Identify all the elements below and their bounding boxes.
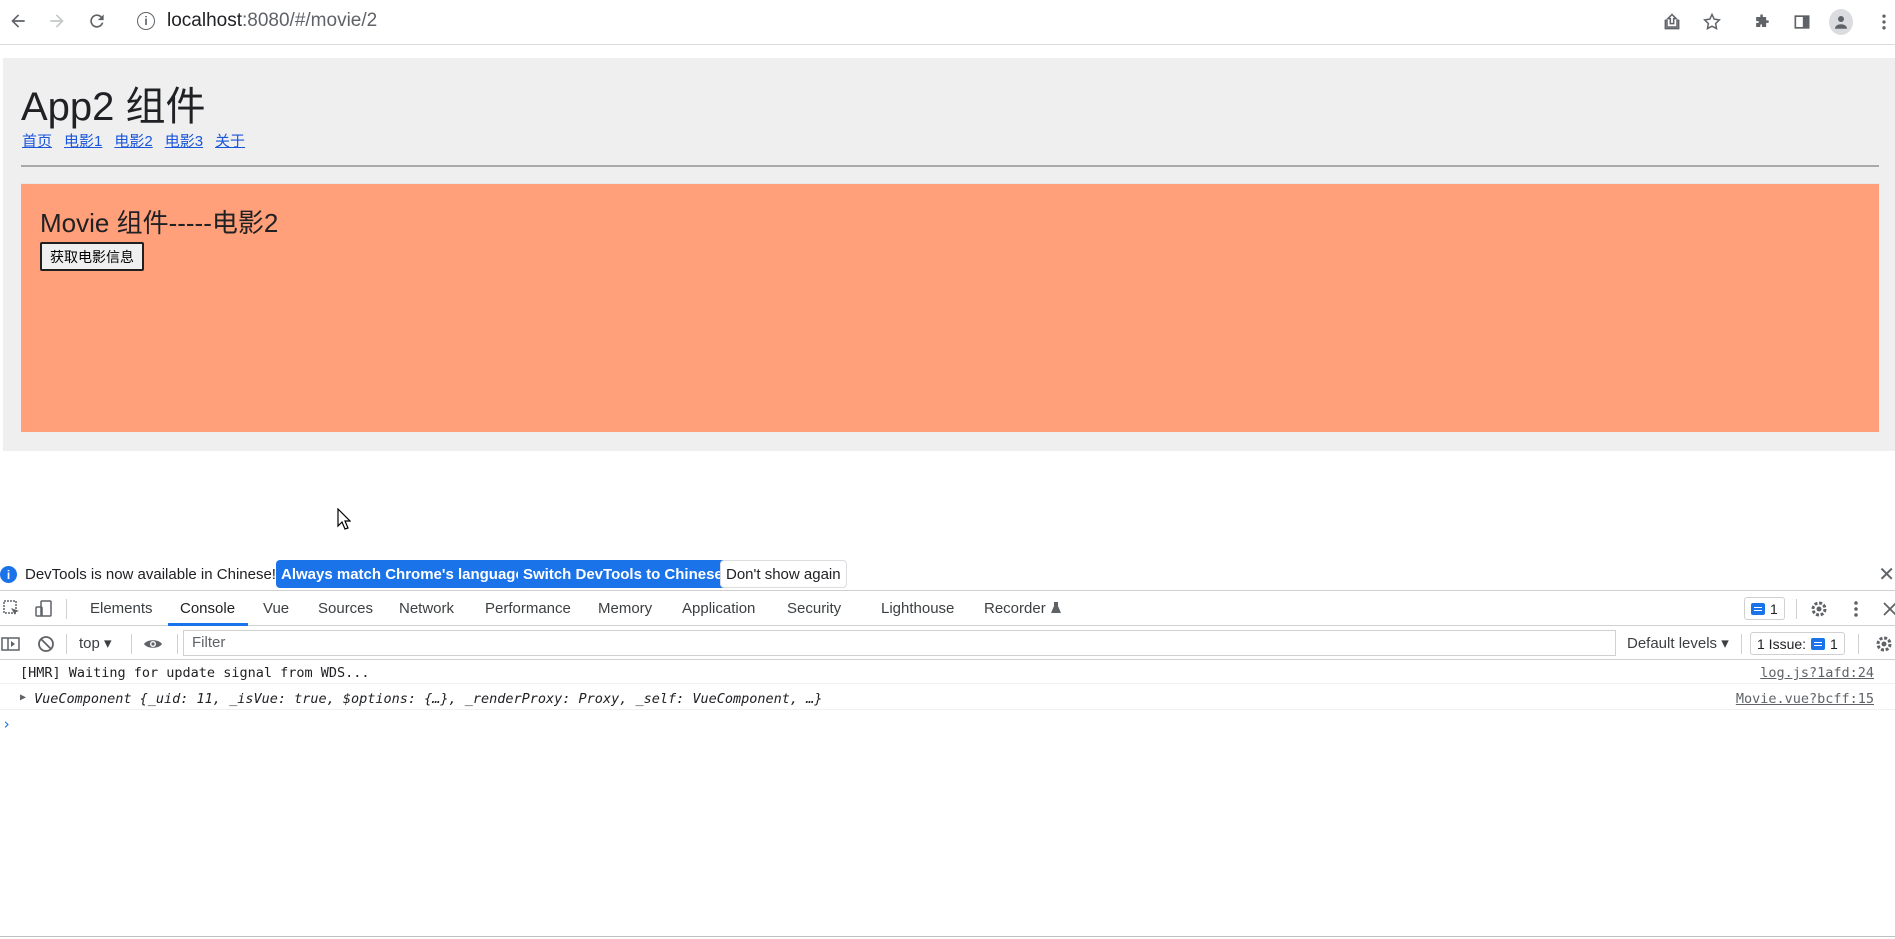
tab-console[interactable]: Console	[180, 600, 235, 617]
forward-arrow-icon[interactable]	[45, 9, 69, 33]
devtools-tab-bar: Elements Console Vue Sources Network Per…	[0, 591, 1895, 626]
browser-toolbar: i localhost:8080/#/movie/2	[0, 0, 1895, 45]
separator	[177, 634, 178, 654]
movie-component: Movie 组件-----电影2 获取电影信息	[21, 183, 1879, 432]
nav-link-movie3[interactable]: 电影3	[165, 130, 203, 151]
issues-counter-button[interactable]: 1 Issue: 1	[1750, 632, 1845, 655]
console-filter-input[interactable]: Filter	[183, 630, 1616, 656]
nav-link-about[interactable]: 关于	[215, 130, 245, 151]
issues-label: 1 Issue:	[1757, 635, 1807, 652]
console-toolbar: top ▾ Filter Default levels ▾ 1 Issue: 1	[0, 626, 1895, 660]
issues-badge-count: 1	[1830, 635, 1838, 652]
devtools-language-infobar: i DevTools is now available in Chinese! …	[0, 557, 1895, 591]
divider	[0, 936, 1895, 937]
separator	[131, 634, 132, 654]
get-movie-info-button[interactable]: 获取电影信息	[40, 242, 144, 271]
more-options-icon[interactable]	[1846, 599, 1866, 619]
clear-console-icon[interactable]	[36, 634, 56, 654]
share-icon[interactable]	[1660, 10, 1684, 34]
app-nav: 首页 电影1 电影2 电影3 关于	[22, 130, 245, 151]
console-prompt-icon[interactable]: ›	[2, 715, 11, 733]
expand-triangle-icon[interactable]: ▶	[20, 692, 26, 703]
tab-recorder[interactable]: Recorder	[984, 600, 1046, 617]
tab-vue[interactable]: Vue	[263, 600, 289, 617]
tab-application[interactable]: Application	[682, 600, 755, 617]
log-levels-dropdown[interactable]: Default levels ▾	[1627, 634, 1729, 652]
tab-memory[interactable]: Memory	[598, 600, 652, 617]
infobar-text: DevTools is now available in Chinese!	[25, 566, 276, 583]
reload-icon[interactable]	[85, 9, 109, 33]
close-devtools-icon[interactable]	[1880, 599, 1895, 619]
tab-elements[interactable]: Elements	[90, 600, 153, 617]
log-levels-value: Default levels	[1627, 635, 1718, 652]
url-host: localhost	[167, 10, 242, 31]
url-path: :8080/#/movie/2	[242, 10, 378, 31]
context-selector[interactable]: top ▾	[79, 634, 112, 652]
mouse-cursor-icon	[337, 508, 351, 530]
tab-sources[interactable]: Sources	[318, 600, 373, 617]
app-container: App2 组件 首页 电影1 电影2 电影3 关于 Movie 组件-----电…	[3, 58, 1895, 451]
settings-gear-icon[interactable]	[1809, 599, 1829, 619]
device-toolbar-icon[interactable]	[34, 599, 54, 619]
console-output: [HMR] Waiting for update signal from WDS…	[0, 660, 1895, 939]
tab-network[interactable]: Network	[399, 600, 454, 617]
tab-lighthouse[interactable]: Lighthouse	[881, 600, 954, 617]
app-title: App2 组件	[21, 85, 206, 129]
log-message: [HMR] Waiting for update signal from WDS…	[20, 665, 370, 681]
log-row: ▶ VueComponent {_uid: 11, _isVue: true, …	[0, 686, 1895, 710]
nav-link-home[interactable]: 首页	[22, 130, 52, 151]
address-bar[interactable]: i localhost:8080/#/movie/2	[137, 10, 377, 32]
info-icon: i	[0, 566, 17, 583]
nav-link-movie1[interactable]: 电影1	[64, 130, 102, 151]
browser-menu-icon[interactable]	[1872, 10, 1895, 34]
tab-security[interactable]: Security	[787, 600, 841, 617]
separator	[66, 599, 67, 619]
issues-badge[interactable]: 1	[1744, 597, 1785, 620]
message-icon	[1811, 637, 1826, 650]
switch-to-chinese-button[interactable]: Switch DevTools to Chinese	[518, 560, 728, 588]
flask-icon	[1051, 602, 1061, 613]
back-arrow-icon[interactable]	[6, 9, 30, 33]
movie-title: Movie 组件-----电影2	[40, 208, 279, 238]
always-match-language-button[interactable]: Always match Chrome's language	[276, 560, 529, 588]
site-info-icon[interactable]: i	[137, 12, 155, 30]
separator	[1741, 634, 1742, 654]
dont-show-again-button[interactable]: Don't show again	[720, 560, 847, 588]
log-row: [HMR] Waiting for update signal from WDS…	[0, 660, 1895, 684]
close-infobar-icon[interactable]: ✕	[1878, 562, 1895, 587]
log-source-link[interactable]: log.js?1afd:24	[1760, 665, 1874, 681]
side-panel-icon[interactable]	[1790, 10, 1814, 34]
nav-link-movie2[interactable]: 电影2	[114, 130, 152, 151]
sidebar-toggle-icon[interactable]	[1, 634, 21, 654]
separator	[1796, 599, 1797, 619]
context-value: top	[79, 635, 100, 652]
log-object[interactable]: VueComponent {_uid: 11, _isVue: true, $o…	[34, 691, 822, 707]
separator	[66, 634, 67, 654]
bookmark-star-icon[interactable]	[1700, 10, 1724, 34]
issues-count: 1	[1770, 600, 1778, 617]
console-settings-gear-icon[interactable]	[1874, 634, 1894, 654]
inspect-element-icon[interactable]	[2, 599, 22, 619]
separator	[1858, 634, 1859, 654]
log-source-link[interactable]: Movie.vue?bcff:15	[1736, 691, 1874, 707]
divider	[21, 165, 1879, 167]
profile-avatar-icon[interactable]	[1829, 9, 1853, 35]
tab-performance[interactable]: Performance	[485, 600, 571, 617]
extensions-puzzle-icon[interactable]	[1750, 10, 1774, 34]
live-expression-eye-icon[interactable]	[143, 634, 163, 654]
message-icon	[1751, 602, 1765, 615]
